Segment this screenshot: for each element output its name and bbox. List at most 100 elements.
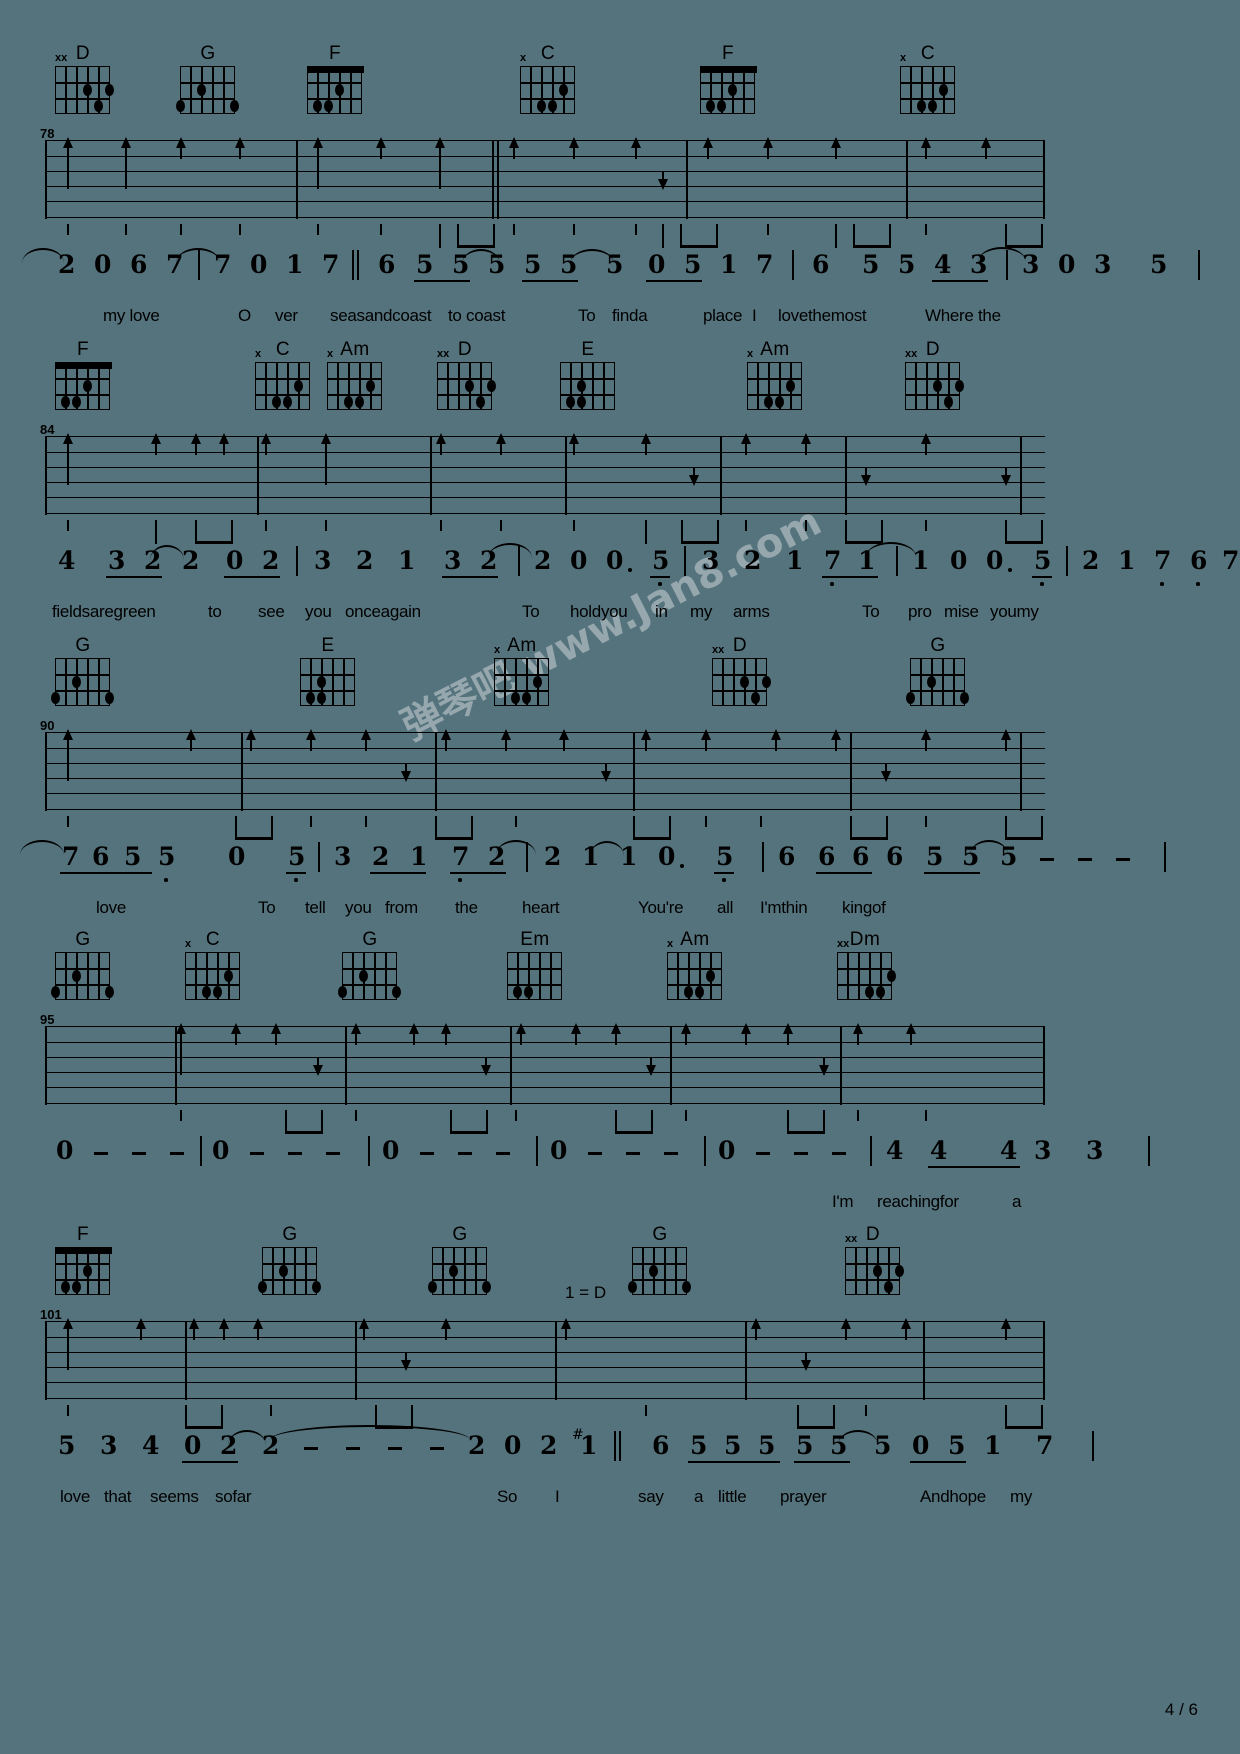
chord-diagram-F[interactable]: F — [48, 340, 118, 412]
chord-diagram-G[interactable]: G — [48, 636, 118, 708]
chord-diagram-G[interactable]: G — [173, 44, 243, 116]
note-number: 5 — [58, 1431, 76, 1460]
chord-diagram-G-2[interactable]: G — [335, 930, 405, 1002]
fretboard-grid — [507, 952, 562, 1000]
chord-diagram-D[interactable]: D xx — [838, 1225, 908, 1297]
note-number: 0 — [212, 1136, 230, 1165]
chord-diagram-Am-2[interactable]: Am x — [740, 340, 810, 412]
chord-name: Em — [520, 929, 550, 950]
chord-diagram-row: G C x G Em Am x Dm xx — [0, 930, 1240, 1018]
muted-strings-marker: x — [747, 348, 754, 360]
chord-diagram-D[interactable]: D xx — [430, 340, 500, 412]
note-number: 5 — [652, 546, 670, 575]
fretboard-grid — [51, 952, 114, 1000]
chord-diagram-Am[interactable]: Am x — [320, 340, 390, 412]
chord-diagram-C[interactable]: C x — [178, 930, 248, 1002]
note-number: 1 — [912, 546, 930, 575]
fretboard-grid — [255, 362, 310, 410]
chord-diagram-Dm[interactable]: Dm xx — [830, 930, 900, 1002]
lyric-word: lovethemost — [778, 306, 867, 325]
tab-staff-block: 84 — [0, 422, 1240, 546]
note-number: 7 — [824, 546, 842, 575]
chord-name: G — [75, 635, 91, 656]
chord-diagram-D[interactable]: D xx — [48, 44, 118, 116]
note-number: 2 — [262, 546, 280, 575]
chord-diagram-F[interactable]: F — [48, 1225, 118, 1297]
lyric-word: the — [455, 898, 478, 917]
chord-diagram-E[interactable]: E — [553, 340, 623, 412]
chord-name: G — [75, 929, 91, 950]
chord-diagram-G[interactable]: G — [48, 930, 118, 1002]
chord-diagram-E[interactable]: E — [293, 636, 363, 708]
numbered-notation-row: 5 3 4 0 2 2 2 0 2 # 1 6 5 5 5 5 5 5 0 5 … — [0, 1425, 1240, 1479]
muted-strings-marker: x — [667, 938, 674, 950]
chord-diagram-F-2[interactable]: F — [693, 44, 763, 116]
note-number: 0 — [250, 250, 268, 279]
lyric-word: that — [104, 1487, 132, 1506]
tab-staff-block: 95 — [0, 1012, 1240, 1136]
chord-diagram-row: G E Am x D xx G — [0, 636, 1240, 724]
numbered-notation-row: 4 3 2 2 0 2 3 2 1 3 2 2 0 0 5 3 2 1 7 1 … — [0, 542, 1240, 594]
chord-diagram-D[interactable]: D xx — [705, 636, 775, 708]
system-95: G C x G Em Am x Dm xx 95 0 0 0 0 0 4 4 4… — [0, 930, 1240, 1222]
fretboard-grid — [667, 952, 722, 1000]
chord-name: F — [328, 43, 342, 64]
lyric-word: my — [1010, 1487, 1033, 1506]
note-number: 3 — [108, 546, 126, 575]
lyric-word: from — [385, 898, 418, 917]
note-number: 5 — [124, 842, 142, 871]
chord-diagram-Am[interactable]: Am x — [487, 636, 557, 708]
note-number: 0 — [658, 842, 676, 871]
note-number: 3 — [1034, 1136, 1052, 1165]
fretboard-grid — [628, 1247, 691, 1295]
muted-strings-marker: x — [327, 348, 334, 360]
lyric-word: my — [690, 602, 713, 621]
chord-diagram-C[interactable]: C x — [248, 340, 318, 412]
note-number: 3 — [444, 546, 462, 575]
chord-diagram-Am[interactable]: Am x — [660, 930, 730, 1002]
chord-diagram-C[interactable]: C x — [513, 44, 583, 116]
chord-diagram-G-2[interactable]: G — [425, 1225, 495, 1297]
fretboard-grid — [560, 362, 615, 410]
note-number: 6 — [818, 842, 836, 871]
lyric-word: holdyou — [570, 602, 628, 621]
lyric-word: To — [258, 898, 276, 917]
note-number: 1 — [1118, 546, 1136, 575]
fretboard-grid — [55, 362, 112, 410]
tab-staff — [45, 137, 1045, 219]
note-number: 4 — [1000, 1136, 1018, 1165]
lyric-word: a — [1012, 1192, 1022, 1211]
muted-strings-marker: x — [185, 938, 192, 950]
chord-diagram-G-2[interactable]: G — [903, 636, 973, 708]
chord-diagram-C-2[interactable]: C x — [893, 44, 963, 116]
chord-diagram-G-3[interactable]: G — [625, 1225, 695, 1297]
note-number: 2 — [744, 546, 762, 575]
note-number: 2 — [468, 1431, 486, 1460]
lyric-word: To — [862, 602, 880, 621]
fretboard-grid — [55, 1247, 112, 1295]
muted-strings-marker: x — [520, 52, 527, 64]
chord-name: F — [76, 339, 90, 360]
note-number: 6 — [886, 842, 904, 871]
muted-strings-marker: xx — [712, 644, 725, 656]
fretboard-grid — [845, 1247, 904, 1295]
chord-diagram-F[interactable]: F — [300, 44, 370, 116]
chord-diagram-D-2[interactable]: D xx — [898, 340, 968, 412]
fretboard-grid — [428, 1247, 491, 1295]
note-number: 3 — [702, 546, 720, 575]
lyric-word: I'mthin — [760, 898, 808, 917]
note-number: 2 — [182, 546, 200, 575]
note-number: 1 — [286, 250, 304, 279]
chord-diagram-Em[interactable]: Em — [500, 930, 570, 1002]
note-number: 6 — [378, 250, 396, 279]
muted-strings-marker: x — [255, 348, 262, 360]
chord-diagram-G[interactable]: G — [255, 1225, 325, 1297]
note-number: 5 — [796, 1431, 814, 1460]
tab-staff-block: 78 — [0, 126, 1240, 250]
numbered-notation-row: 2 0 6 7 7 0 1 7 6 5 5 5 5 5 5 0 5 1 7 6 … — [0, 247, 1240, 298]
chord-diagram-row: F G G G D xx 1 = D — [0, 1225, 1240, 1313]
note-number: 0 — [912, 1431, 930, 1460]
note-number: 5 — [288, 842, 306, 871]
note-number: 0 — [550, 1136, 568, 1165]
note-number: 2 — [1082, 546, 1100, 575]
